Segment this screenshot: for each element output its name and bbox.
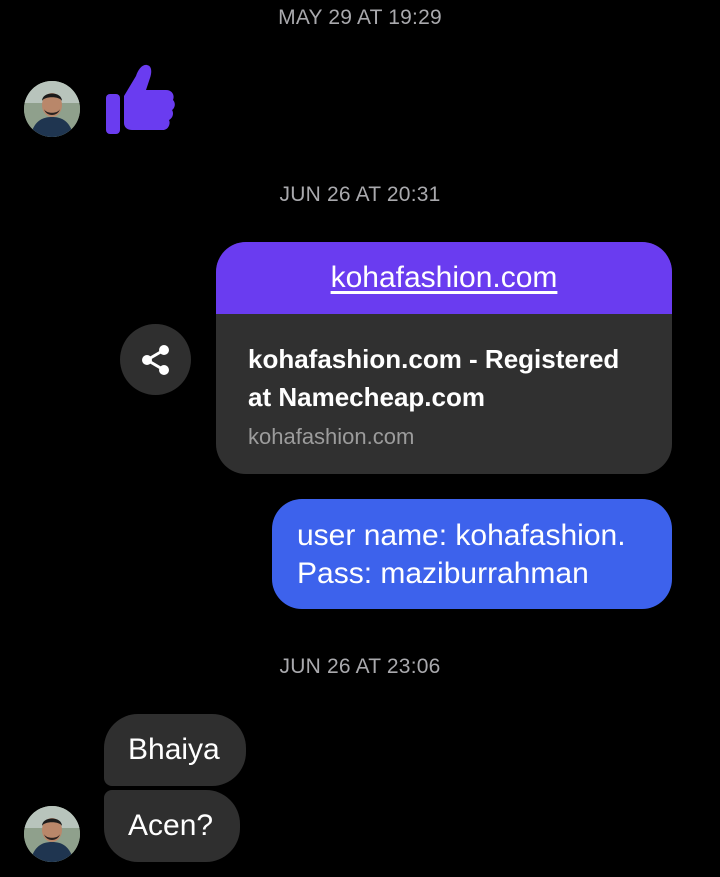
- share-icon: [141, 344, 169, 375]
- outgoing-message-line-2: Pass: maziburrahman: [297, 557, 589, 590]
- link-preview-title: kohafashion.com - Registered at Namechea…: [248, 344, 620, 412]
- outgoing-message-bubble[interactable]: user name: kohafashion. Pass: maziburrah…: [272, 499, 672, 609]
- avatar[interactable]: [24, 81, 80, 137]
- timestamp-may-29: MAY 29 AT 19:29: [278, 6, 442, 29]
- link-preview-banner-link[interactable]: kohafashion.com: [331, 261, 558, 295]
- incoming-message-text: Bhaiya: [128, 733, 220, 766]
- link-preview-banner[interactable]: kohafashion.com: [216, 242, 672, 314]
- incoming-message-text: Acen?: [128, 809, 214, 842]
- timestamp-jun-26-2031: JUN 26 AT 20:31: [279, 183, 441, 206]
- thumbs-up-icon: [102, 62, 178, 138]
- link-preview-domain: kohafashion.com: [248, 424, 415, 449]
- avatar[interactable]: [24, 806, 80, 862]
- share-button[interactable]: [120, 324, 191, 395]
- timestamp-jun-26-2306: JUN 26 AT 23:06: [279, 655, 441, 678]
- outgoing-message-line-1: user name: kohafashion.: [297, 519, 626, 552]
- link-preview-card[interactable]: kohafashion.com kohafashion.com - Regist…: [216, 242, 672, 474]
- incoming-message-bubble[interactable]: Bhaiya: [104, 714, 246, 786]
- incoming-message-bubble[interactable]: Acen?: [104, 790, 240, 862]
